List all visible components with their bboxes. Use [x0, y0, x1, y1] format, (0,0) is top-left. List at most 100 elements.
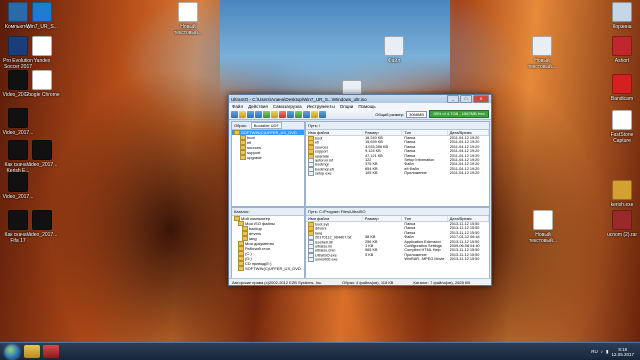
clock[interactable]: 8:18 12.05.2017 [611, 347, 634, 357]
local-tree-pane: Каталог: Мой компьютер Мои ISO файлы backu… [231, 207, 305, 279]
desktop-icon-label: Корзина [612, 24, 632, 30]
desktop-icon-label: Новый текстовый... [528, 58, 556, 70]
menu-actions[interactable]: Действия [248, 104, 268, 109]
col-size[interactable]: Размер [363, 216, 403, 221]
desktop-icon[interactable]: Новый текстовый... [170, 2, 206, 36]
desktop-icon[interactable]: Win7_UR_S... [24, 2, 60, 30]
maximize-button[interactable]: □ [460, 95, 472, 103]
explorer-icon[interactable] [24, 345, 40, 358]
delete-icon[interactable] [279, 110, 286, 118]
copyright-text: Авторские права (c)2002-2012 EZB Systems… [232, 279, 323, 285]
language-indicator[interactable]: RU [591, 349, 598, 354]
menu-file[interactable]: Файл [232, 104, 243, 109]
text-file-icon [178, 2, 198, 22]
local-label: Каталог: [234, 209, 250, 214]
toolbar: Общий размер: 3068MB 98% of 4.7GB - 1567… [229, 109, 491, 120]
file-row[interactable]: setup.exe 105 KB Приложение 2011-04-12 19:2… [306, 171, 489, 176]
desktop-icon[interactable]: FastStone Capture [604, 110, 640, 144]
clock-date: 12.05.2017 [611, 351, 634, 357]
desktop-icon-label: kerish.exe [610, 202, 634, 208]
col-date[interactable]: Дата/Время [448, 216, 489, 221]
folder-icon [240, 155, 246, 160]
desktop-icon[interactable]: Video_2017... [24, 140, 60, 168]
rar-icon [612, 210, 632, 230]
start-button[interactable] [5, 344, 19, 359]
close-button[interactable]: ✕ [473, 95, 489, 103]
file-name-cell: unins000.exe [306, 257, 363, 262]
desktop-icon-label: Ashort [614, 58, 630, 64]
image-tree-pane: Образ: Bootable UDF SOFTWIN(C)UFFER_UX_D… [231, 121, 305, 207]
col-type[interactable]: Тип [402, 130, 448, 135]
chrome-icon [32, 70, 52, 90]
image-type[interactable]: Bootable UDF [250, 122, 282, 129]
file-date: 2013-11-12 15:50 [449, 257, 480, 262]
add-files-icon[interactable] [271, 110, 278, 118]
tree-node-label: upgrade [247, 155, 262, 160]
desktop-icon-label: Google Chrome [24, 92, 60, 98]
video-file-icon [32, 210, 52, 230]
compress-icon[interactable] [311, 110, 318, 118]
file-name: unins000.exe [315, 257, 338, 262]
desktop-icon[interactable]: kerish.exe [604, 180, 640, 208]
help-icon[interactable] [319, 110, 326, 118]
new-icon[interactable] [231, 110, 238, 118]
desktop-icon[interactable]: Новый текстовый... [524, 36, 560, 70]
open-icon[interactable] [239, 110, 246, 118]
desktop-icon[interactable]: Корзина [604, 2, 640, 30]
volume-icon[interactable]: ♪ [601, 349, 603, 354]
extract-icon[interactable] [263, 110, 270, 118]
desktop-icon[interactable]: Video_2017... [0, 172, 36, 200]
media-icon[interactable] [43, 345, 59, 358]
network-icon[interactable]: ▮ [606, 349, 608, 355]
folder-icon [238, 266, 244, 271]
desktop-icon[interactable]: Новый текстовый... [525, 210, 561, 244]
desktop-icon[interactable]: Ashort [604, 36, 640, 64]
file-type: WinRAR...MPEG Movie [404, 257, 445, 262]
desktop-icon[interactable]: ucnom (2).rar [604, 210, 640, 238]
image-size-value: 3068MB [406, 110, 427, 118]
image-file-list: boot 16,240 KB Папка 2011-04-12 19:20 efi 15,… [306, 136, 489, 176]
win-usb-icon [32, 2, 52, 22]
menu-options[interactable]: Опции [340, 104, 354, 109]
image-files-header: Путь: / [306, 122, 489, 130]
desktop-icon[interactable]: Bandicam [604, 74, 640, 102]
desktop-icon[interactable]: Yandex [24, 36, 60, 64]
ultraiso-window: UltraISO - C:\Users\Алина\Desktop\Win7_U… [228, 94, 492, 286]
desktop-icon[interactable]: Video_2017... [24, 210, 60, 238]
col-name[interactable]: Имя файла [306, 216, 363, 221]
save-as-icon[interactable] [255, 110, 262, 118]
file-icon [308, 257, 314, 262]
capture-icon [612, 110, 632, 130]
menu-help[interactable]: Помощь [358, 104, 375, 109]
local-status: Каталог: 7 файла(ов), 2628 КВ [413, 279, 470, 285]
desktop-icon[interactable]: Video_2017... [0, 108, 36, 136]
file-date: 2011-04-12 19:20 [449, 171, 480, 176]
col-size[interactable]: Размер [363, 130, 403, 135]
text-file-icon [532, 36, 552, 56]
tree-node[interactable]: upgrade [232, 155, 304, 160]
mount-icon[interactable] [295, 110, 302, 118]
desktop-icon[interactable]: Google Chrome [24, 70, 60, 98]
save-icon[interactable] [247, 110, 254, 118]
col-type[interactable]: Тип [402, 216, 448, 221]
menu-tools[interactable]: Инструменты [307, 104, 335, 109]
image-label: Образ: [234, 123, 247, 128]
file-row[interactable]: unins000.exe WinRAR...MPEG Movie 2013-11-1… [306, 257, 489, 262]
taskbar: RU ♪ ▮ 8:18 12.05.2017 [0, 342, 640, 360]
desktop-icon-label: Новый текстовый... [174, 24, 202, 36]
menu-bootable[interactable]: Самозагрузка [273, 104, 302, 109]
properties-icon[interactable] [287, 110, 294, 118]
desktop-icon[interactable]: Файл [376, 36, 412, 64]
app-icon [612, 36, 632, 56]
path-label: Путь: / [308, 123, 321, 128]
local-tree-node[interactable]: SOFTWIN(C)UFFER_UX_DVD [232, 266, 304, 271]
col-date[interactable]: Дата/Время [448, 130, 489, 135]
col-name[interactable]: Имя файла [306, 130, 363, 135]
burn-icon[interactable] [303, 110, 310, 118]
yandex-icon [32, 36, 52, 56]
minimize-button[interactable]: _ [447, 95, 459, 103]
video-file-icon [8, 108, 28, 128]
window-titlebar[interactable]: UltraISO - C:\Users\Алина\Desktop\Win7_U… [229, 95, 491, 103]
desktop-icon-label: Video_2017... [26, 232, 58, 238]
local-files-header: Путь: C:\Program Files\UltraISO [306, 208, 489, 216]
